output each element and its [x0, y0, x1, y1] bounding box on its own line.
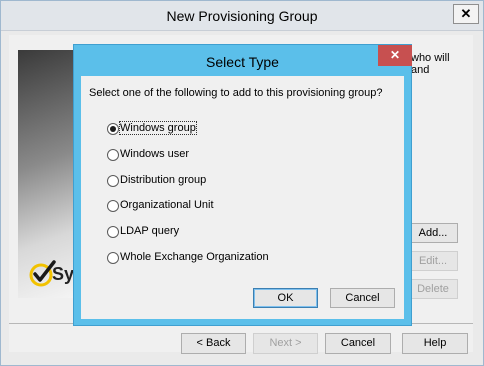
dialog-body: [81, 76, 404, 319]
window-title: New Provisioning Group: [166, 8, 318, 24]
delete-button[interactable]: Delete: [408, 279, 458, 299]
radio-button-selected[interactable]: [107, 123, 119, 135]
radio-label-windows-user: Windows user: [120, 148, 190, 160]
dialog-close-button[interactable]: ✕: [378, 45, 412, 66]
radio-button[interactable]: [107, 149, 119, 161]
radio-button[interactable]: [107, 200, 119, 212]
next-button[interactable]: Next >: [253, 333, 318, 354]
wizard-cancel-button[interactable]: Cancel: [325, 333, 391, 354]
dialog-cancel-button[interactable]: Cancel: [330, 288, 395, 308]
radio-button[interactable]: [107, 252, 119, 264]
window-titlebar: New Provisioning Group ✕: [1, 1, 483, 31]
radio-label-ldap-query: LDAP query: [120, 225, 180, 237]
back-button[interactable]: < Back: [181, 333, 246, 354]
edit-button[interactable]: Edit...: [408, 251, 458, 271]
wizard-description-line2: and: [411, 64, 430, 76]
logo-text: Sy: [52, 264, 75, 284]
wizard-description-line1: who will: [411, 52, 450, 64]
window-close-button[interactable]: ✕: [453, 4, 479, 24]
radio-label-distribution-group: Distribution group: [120, 174, 207, 186]
radio-button[interactable]: [107, 175, 119, 187]
radio-selected-dot: [110, 126, 116, 132]
radio-label-whole-exchange-organization: Whole Exchange Organization: [120, 251, 269, 263]
help-button[interactable]: Help: [402, 333, 468, 354]
radio-label-windows-group: Windows group: [119, 121, 197, 135]
radio-button[interactable]: [107, 226, 119, 238]
dialog-title: Select Type: [206, 54, 279, 70]
ok-button[interactable]: OK: [253, 288, 318, 308]
radio-label-organizational-unit: Organizational Unit: [120, 199, 214, 211]
add-button[interactable]: Add...: [408, 223, 458, 243]
dialog-prompt: Select one of the following to add to th…: [89, 87, 383, 99]
